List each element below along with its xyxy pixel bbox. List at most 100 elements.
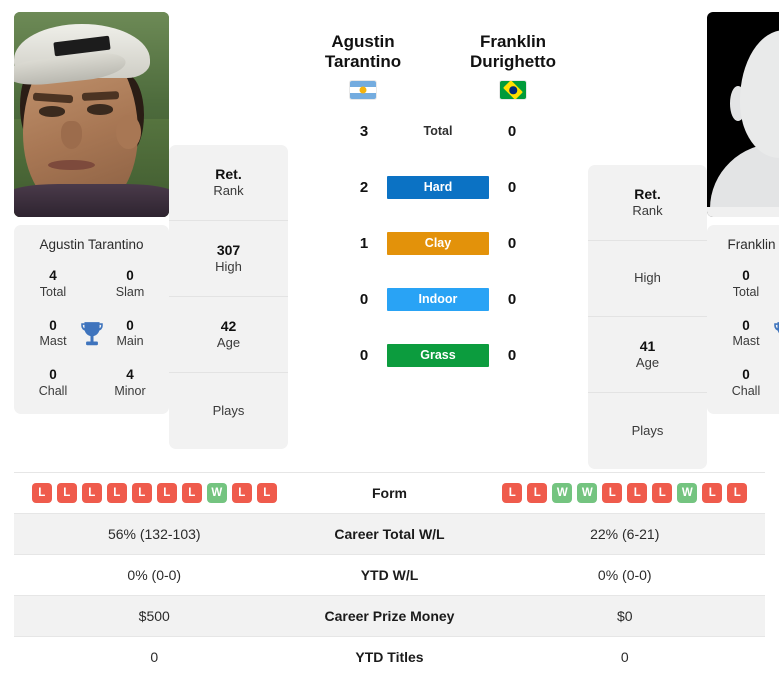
- surface-badge-indoor[interactable]: Indoor: [387, 287, 489, 311]
- left-player-name-block[interactable]: Agustin Tarantino: [288, 32, 438, 100]
- left-form-strip: LLLLLLLWLL: [31, 483, 277, 503]
- rank-block: Ret. Rank: [588, 165, 707, 241]
- left-player-column: Agustin Tarantino 4 Total 0 Slam 0 Mast …: [14, 12, 169, 414]
- form-badge-loss[interactable]: L: [256, 483, 277, 503]
- honour-cell: 4 Total: [30, 268, 76, 301]
- right-form-strip: LLWWLLLWLL: [502, 483, 748, 503]
- form-badge-loss[interactable]: L: [156, 483, 177, 503]
- rank-value: Ret.: [634, 185, 661, 202]
- row-label-form: Form: [372, 485, 407, 501]
- form-badge-loss[interactable]: L: [702, 483, 723, 503]
- right-career-total-wl: 22% (6-21): [590, 526, 660, 542]
- rank-block: Plays: [169, 373, 288, 449]
- form-badge-loss[interactable]: L: [81, 483, 102, 503]
- honour-label: Mast: [39, 334, 67, 349]
- right-career-prize-money: $0: [616, 608, 633, 624]
- form-badge-loss[interactable]: L: [627, 483, 648, 503]
- honour-cell: 0 Main: [107, 318, 153, 351]
- form-badge-win[interactable]: W: [206, 483, 227, 503]
- form-badge-loss[interactable]: L: [231, 483, 252, 503]
- form-badge-loss[interactable]: L: [56, 483, 77, 503]
- right-form-cell: LLWWLLLWLL: [485, 483, 766, 503]
- honour-label: Total: [39, 284, 67, 299]
- surface-right-score: 0: [507, 122, 517, 140]
- surface-breakdown: 3 Total 0 2 Hard 0 1 Clay 0 0 Indoor 0 0…: [353, 103, 523, 383]
- form-badge-win[interactable]: W: [677, 483, 698, 503]
- h2h-comparison-page: Agustin Tarantino 4 Total 0 Slam 0 Mast …: [0, 0, 779, 699]
- honour-cell: 0 Chall: [723, 367, 769, 400]
- form-badge-win[interactable]: W: [552, 483, 573, 503]
- honours-row: 0 Chall 0 Minor: [713, 367, 779, 400]
- surface-right-score: 0: [507, 290, 517, 308]
- surface-row-hard: 2 Hard 0: [353, 159, 523, 215]
- honour-label: Chall: [731, 383, 761, 398]
- surface-left-score: 0: [359, 346, 369, 364]
- form-badge-loss[interactable]: L: [527, 483, 548, 503]
- player-names-row: Agustin Tarantino Franklin Durighetto: [288, 32, 588, 100]
- left-rank-column: Ret. Rank 307 High 42 Age Plays: [169, 12, 288, 449]
- surface-badge-clay[interactable]: Clay: [387, 231, 489, 255]
- surface-left-score: 0: [359, 290, 369, 308]
- form-badge-loss[interactable]: L: [31, 483, 52, 503]
- honours-row: 0 Total 0 Slam: [713, 268, 779, 301]
- surface-left-score: 3: [359, 122, 369, 140]
- rank-block: Plays: [588, 393, 707, 469]
- honour-value: 0: [49, 317, 57, 333]
- form-badge-loss[interactable]: L: [652, 483, 673, 503]
- left-career-total-wl: 56% (132-103): [107, 526, 201, 542]
- right-value-cell: 0: [485, 649, 766, 665]
- table-row-ytd-titles: 0 YTD Titles 0: [14, 636, 765, 677]
- stats-comparison-table: LLLLLLLWLL Form LLWWLLLWLL 56% (132-103)…: [14, 472, 765, 677]
- rank-block: High: [588, 241, 707, 317]
- right-rank-card: Ret. Rank High 41 Age Plays: [588, 165, 707, 469]
- table-row-form: LLLLLLLWLL Form LLWWLLLWLL: [14, 472, 765, 513]
- form-badge-win[interactable]: W: [577, 483, 598, 503]
- honour-value: 0: [49, 367, 57, 382]
- table-row-career-prize-money: $500 Career Prize Money $0: [14, 595, 765, 636]
- left-player-last-name: Tarantino: [324, 52, 402, 72]
- right-value-cell: 22% (6-21): [485, 526, 766, 542]
- form-badge-loss[interactable]: L: [131, 483, 152, 503]
- rank-label: Plays: [212, 402, 245, 418]
- left-player-photo[interactable]: [14, 12, 169, 217]
- right-player-name-block[interactable]: Franklin Durighetto: [438, 32, 588, 100]
- form-badge-loss[interactable]: L: [181, 483, 202, 503]
- form-badge-loss[interactable]: L: [502, 483, 523, 503]
- right-player-card-name: Franklin Durighetto: [727, 237, 779, 252]
- rank-block: 41 Age: [588, 317, 707, 393]
- right-player-first-name: Franklin: [479, 32, 547, 51]
- surface-badge-hard[interactable]: Hard: [387, 175, 489, 199]
- form-badge-loss[interactable]: L: [727, 483, 748, 503]
- right-player-photo[interactable]: [707, 12, 779, 217]
- form-badge-loss[interactable]: L: [106, 483, 127, 503]
- rank-value: Ret.: [215, 165, 242, 182]
- right-value-cell: $0: [485, 608, 766, 624]
- surface-badge-grass[interactable]: Grass: [387, 343, 489, 367]
- honour-cell: 0 Total: [723, 268, 769, 301]
- rank-label: Rank: [632, 203, 663, 219]
- honour-label: Mast: [732, 334, 760, 349]
- rank-label: High: [215, 259, 242, 275]
- surface-label-total: Total: [423, 123, 453, 138]
- surface-right-score: 0: [507, 346, 517, 364]
- honour-value: 0: [126, 268, 134, 283]
- honour-value: 4: [126, 367, 134, 382]
- honour-value: 0: [742, 367, 750, 382]
- rank-label: Plays: [631, 422, 664, 438]
- honours-row: 0 Chall 4 Minor: [20, 367, 163, 400]
- rank-value: 42: [220, 317, 237, 334]
- table-row-ytd-wl: 0% (0-0) YTD W/L 0% (0-0): [14, 554, 765, 595]
- right-player-column: Franklin Durighetto 0 Total: [707, 12, 779, 414]
- surface-left-score: 1: [359, 234, 369, 252]
- honour-cell: 4 Minor: [107, 367, 153, 400]
- form-badge-loss[interactable]: L: [602, 483, 623, 503]
- honour-cell: 0 Mast: [30, 318, 76, 351]
- surface-row-grass: 0 Grass 0: [353, 327, 523, 383]
- honour-cell: 0 Mast: [723, 318, 769, 351]
- rank-block: 42 Age: [169, 297, 288, 373]
- row-label-career-prize-money: Career Prize Money: [324, 608, 455, 624]
- honour-label: Total: [732, 284, 760, 299]
- rank-value: 41: [639, 337, 656, 354]
- left-player-first-name: Agustin: [331, 32, 395, 51]
- left-ytd-wl: 0% (0-0): [127, 567, 182, 583]
